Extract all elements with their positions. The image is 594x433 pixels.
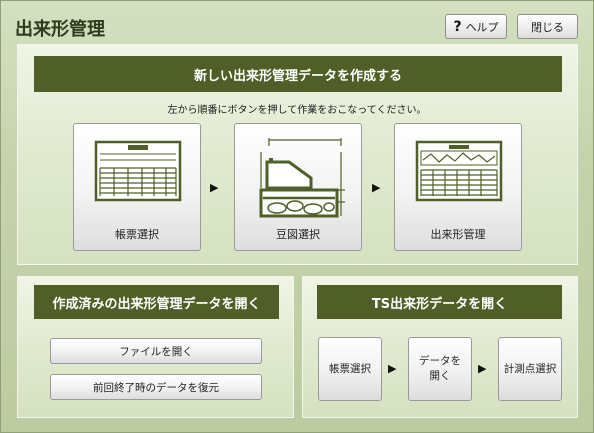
ts-banner: TS出来形データを開く bbox=[317, 285, 562, 319]
help-button-label: ヘルプ bbox=[465, 20, 499, 34]
close-button[interactable]: 閉じる bbox=[517, 14, 578, 39]
help-button[interactable]: ? ヘルプ bbox=[445, 14, 507, 39]
step-management-button[interactable]: 出来形管理 bbox=[394, 123, 522, 251]
open-existing-banner: 作成済みの出来形管理データを開く bbox=[34, 285, 279, 319]
step-arrow-2: ▶ bbox=[372, 181, 381, 194]
ts-arrow-2: ▶ bbox=[478, 362, 487, 375]
ts-form-select-button[interactable]: 帳票選択 bbox=[318, 337, 382, 401]
ts-point-select-button[interactable]: 計測点選択 bbox=[498, 337, 562, 401]
cross-section-icon bbox=[259, 138, 345, 218]
ts-arrow-1: ▶ bbox=[388, 362, 397, 375]
open-file-button[interactable]: ファイルを開く bbox=[50, 338, 262, 364]
help-icon: ? bbox=[453, 18, 462, 35]
step-diagram-select-label: 豆図選択 bbox=[276, 228, 320, 241]
spreadsheet-chart-icon bbox=[415, 140, 503, 202]
step-management-label: 出来形管理 bbox=[430, 228, 486, 241]
main-window: 出来形管理 ? ヘルプ 閉じる 新しい出来形管理データを作成する 左から順番にボ… bbox=[0, 0, 594, 433]
create-instruction: 左から順番にボタンを押して作業をおこなってください。 bbox=[167, 105, 427, 116]
close-button-label: 閉じる bbox=[531, 20, 564, 34]
window-title: 出来形管理 bbox=[15, 19, 105, 40]
step-diagram-select-button[interactable]: 豆図選択 bbox=[234, 123, 362, 251]
step-form-select-button[interactable]: 帳票選択 bbox=[73, 123, 201, 251]
create-banner: 新しい出来形管理データを作成する bbox=[34, 56, 562, 92]
ts-open-data-button[interactable]: データを 開く bbox=[408, 337, 472, 401]
step-arrow-1: ▶ bbox=[210, 181, 219, 194]
restore-last-data-button[interactable]: 前回終了時のデータを復元 bbox=[50, 374, 262, 400]
form-sheet-icon bbox=[94, 140, 182, 202]
step-form-select-label: 帳票選択 bbox=[115, 228, 159, 241]
